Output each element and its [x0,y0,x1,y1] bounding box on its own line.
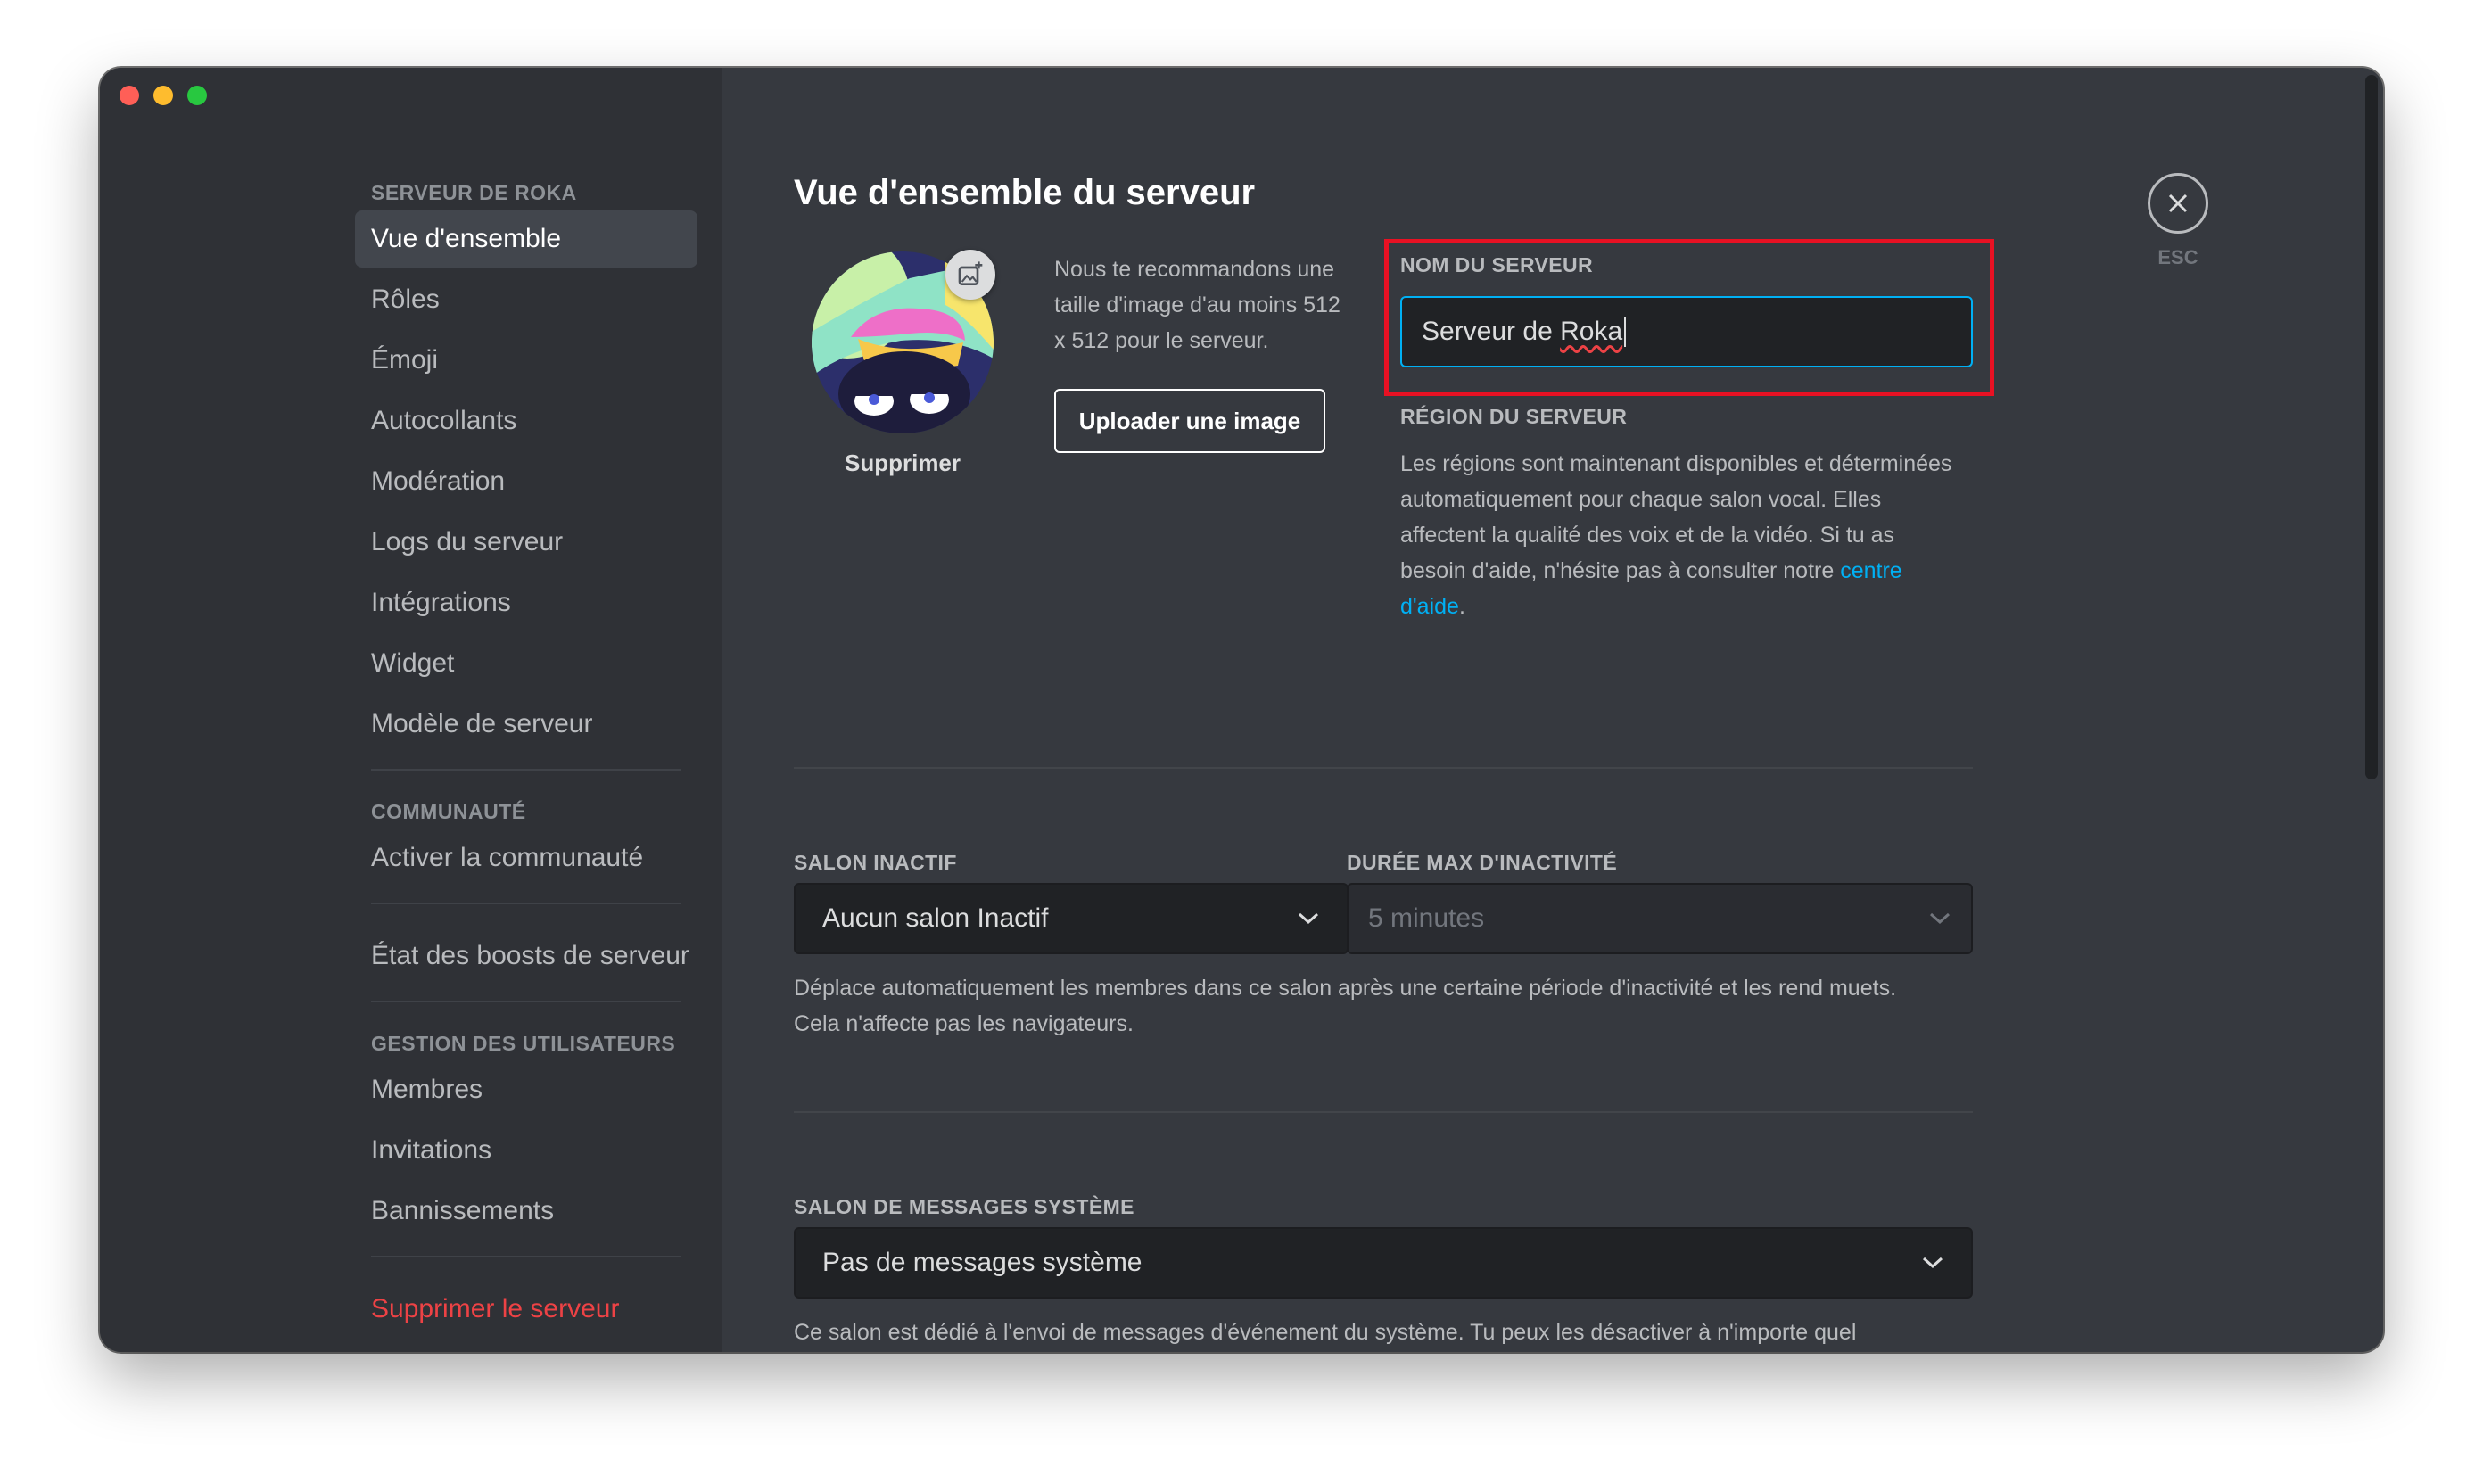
nav-item-server-template[interactable]: Modèle de serveur [355,696,697,753]
scrollbar[interactable] [2365,75,2378,779]
nav-item-invites[interactable]: Invitations [355,1122,697,1179]
inactive-channel-label: SALON INACTIF [794,851,957,874]
system-help-text: Ce salon est dédié à l'envoi de messages… [794,1320,1857,1345]
esc-label: ESC [2157,246,2198,268]
zoom-window-button[interactable] [187,86,207,105]
nav-section-community: COMMUNAUTÉ [371,800,526,823]
system-channel-select[interactable]: Pas de messages système [794,1227,1973,1298]
nav-item-enable-community[interactable]: Activer la communauté [355,829,697,886]
nav-divider [371,903,681,904]
server-name-misspelled: Roka [1560,317,1623,346]
remove-icon-link[interactable]: Supprimer [812,449,994,477]
close-icon [2168,194,2188,213]
system-channel-value: Pas de messages système [822,1248,1143,1277]
nav-item-audit-log[interactable]: Logs du serveur [355,514,697,571]
page-title: Vue d'ensemble du serveur [794,173,1256,212]
text-caret [1624,317,1627,347]
server-region-description: Les régions sont maintenant disponibles … [1400,446,1962,624]
server-name-value: Serveur de [1422,317,1561,346]
nav-item-emoji[interactable]: Émoji [355,332,697,389]
chevron-down-icon [1929,912,1951,925]
nav-divider [371,1256,681,1257]
nav-section-users: GESTION DES UTILISATEURS [371,1032,676,1055]
chevron-down-icon [1298,912,1319,925]
inactive-channel-value: Aucun salon Inactif [822,903,1049,933]
minimize-window-button[interactable] [153,86,173,105]
upload-image-button[interactable]: Uploader une image [1054,389,1325,453]
inactive-help-text: Déplace automatiquement les membres dans… [794,970,1980,1042]
close-settings[interactable]: ESC [2142,173,2214,269]
nav-section-server: SERVEUR DE ROKA [371,181,577,204]
server-region-label: RÉGION DU SERVEUR [1400,405,1628,428]
settings-content: Vue d'ensemble du serveur Supprimer Nous… [722,68,2383,1352]
chevron-down-icon [1922,1257,1943,1269]
server-icon-uploader[interactable] [812,250,995,433]
server-name-label: NOM DU SERVEUR [1400,253,1594,276]
nav-item-bans[interactable]: Bannissements [355,1183,697,1240]
nav-item-widget[interactable]: Widget [355,635,697,692]
image-add-icon[interactable] [945,250,995,300]
inactive-timeout-value: 5 minutes [1368,903,1485,933]
system-channel-label: SALON DE MESSAGES SYSTÈME [794,1195,1134,1218]
nav-item-stickers[interactable]: Autocollants [355,392,697,449]
settings-nav: SERVEUR DE ROKA Vue d'ensemble Rôles Émo… [355,175,697,1341]
inactive-help-line-1: Déplace automatiquement les membres dans… [794,976,1897,1001]
inactive-channel-select[interactable]: Aucun salon Inactif [794,883,1349,954]
nav-item-moderation[interactable]: Modération [355,453,697,510]
nav-item-members[interactable]: Membres [355,1061,697,1118]
nav-item-roles[interactable]: Rôles [355,271,697,328]
nav-divider [371,769,681,771]
settings-sidebar: SERVEUR DE ROKA Vue d'ensemble Rôles Émo… [100,68,722,1352]
icon-recommendation-text: Nous te recommandons une taille d'image … [1054,257,1340,353]
close-window-button[interactable] [120,86,139,105]
nav-divider [371,1001,681,1002]
section-divider [794,1111,1973,1113]
inactive-timeout-select: 5 minutes [1347,883,1973,954]
inactive-timeout-label: DURÉE MAX D'INACTIVITÉ [1347,851,1618,874]
delete-server-button[interactable]: Supprimer le serveur [355,1281,697,1338]
inactive-help-line-2: Cela n'affecte pas les navigateurs. [794,1011,1134,1036]
server-name-input[interactable]: Serveur de Roka [1400,296,1973,367]
settings-window: SERVEUR DE ROKA Vue d'ensemble Rôles Émo… [100,68,2383,1352]
close-button[interactable] [2148,173,2208,234]
nav-item-overview[interactable]: Vue d'ensemble [355,210,697,268]
region-text-suffix: . [1458,594,1465,619]
nav-item-integrations[interactable]: Intégrations [355,574,697,631]
window-controls [120,86,207,105]
nav-item-boost-status[interactable]: État des boosts de serveur [355,928,697,985]
section-divider [794,767,1973,769]
